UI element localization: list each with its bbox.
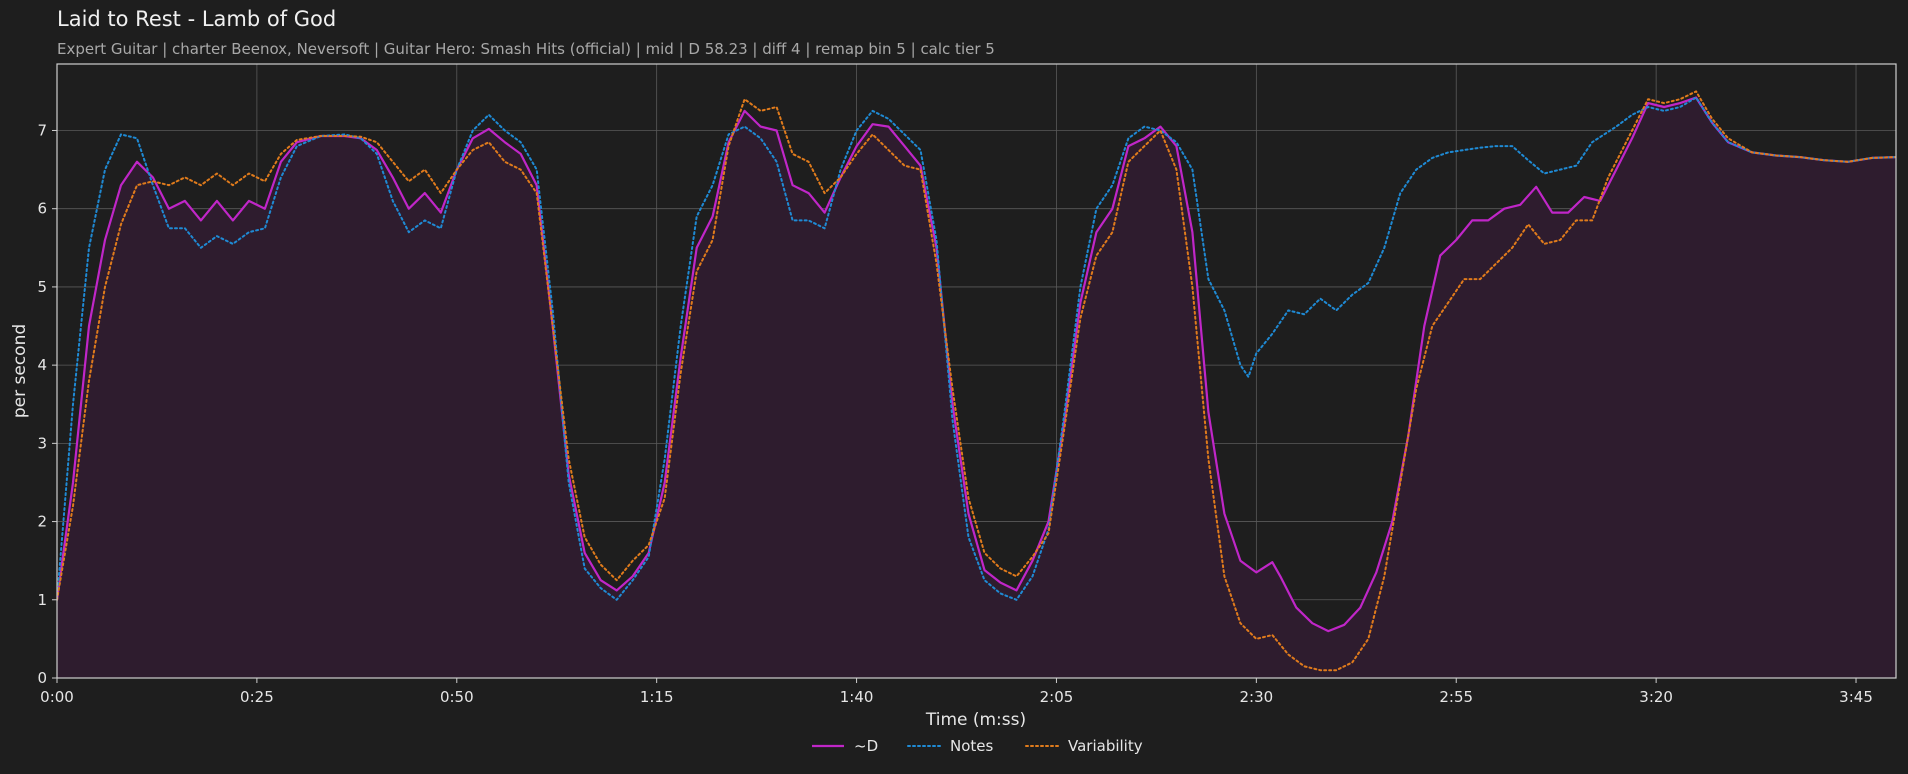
y-tick-label-7: 7	[37, 121, 47, 139]
legend: ~D Notes Variability	[812, 737, 1143, 755]
x-tick-label-4: 1:40	[840, 688, 874, 706]
y-tick-label-5: 5	[37, 278, 47, 296]
legend-label-1: Notes	[950, 737, 994, 755]
x-tick-label-7: 2:55	[1439, 688, 1473, 706]
y-tick-label-6: 6	[37, 200, 47, 218]
y-axis-label: per second	[10, 324, 30, 418]
y-axis-ticks: 0 1 2 3 4 5 6 7	[37, 121, 57, 687]
x-tick-label-1: 0:25	[240, 688, 274, 706]
line-chart: 0:00 0:25 0:50 1:15 1:40 2:05 2:30 2:55 3:20 3:45…	[10, 63, 1897, 755]
x-tick-label-5: 2:05	[1040, 688, 1074, 706]
x-axis-label: Time (m:ss)	[925, 710, 1026, 730]
y-tick-label-0: 0	[37, 669, 47, 687]
x-tick-label-0: 0:00	[40, 688, 74, 706]
y-tick-label-3: 3	[37, 434, 47, 452]
x-axis-ticks: 0:00 0:25 0:50 1:15 1:40 2:05 2:30 2:55 3:20 3:45	[40, 678, 1873, 706]
y-tick-label-1: 1	[37, 591, 47, 609]
y-tick-label-4: 4	[37, 356, 47, 374]
legend-label-2: Variability	[1068, 737, 1143, 755]
x-tick-label-6: 2:30	[1240, 688, 1274, 706]
x-tick-label-9: 3:45	[1839, 688, 1873, 706]
x-tick-label-3: 1:15	[640, 688, 674, 706]
y-tick-label-2: 2	[37, 513, 47, 531]
x-tick-label-8: 3:20	[1639, 688, 1673, 706]
legend-label-0: ~D	[854, 737, 878, 755]
x-tick-label-2: 0:50	[440, 688, 474, 706]
